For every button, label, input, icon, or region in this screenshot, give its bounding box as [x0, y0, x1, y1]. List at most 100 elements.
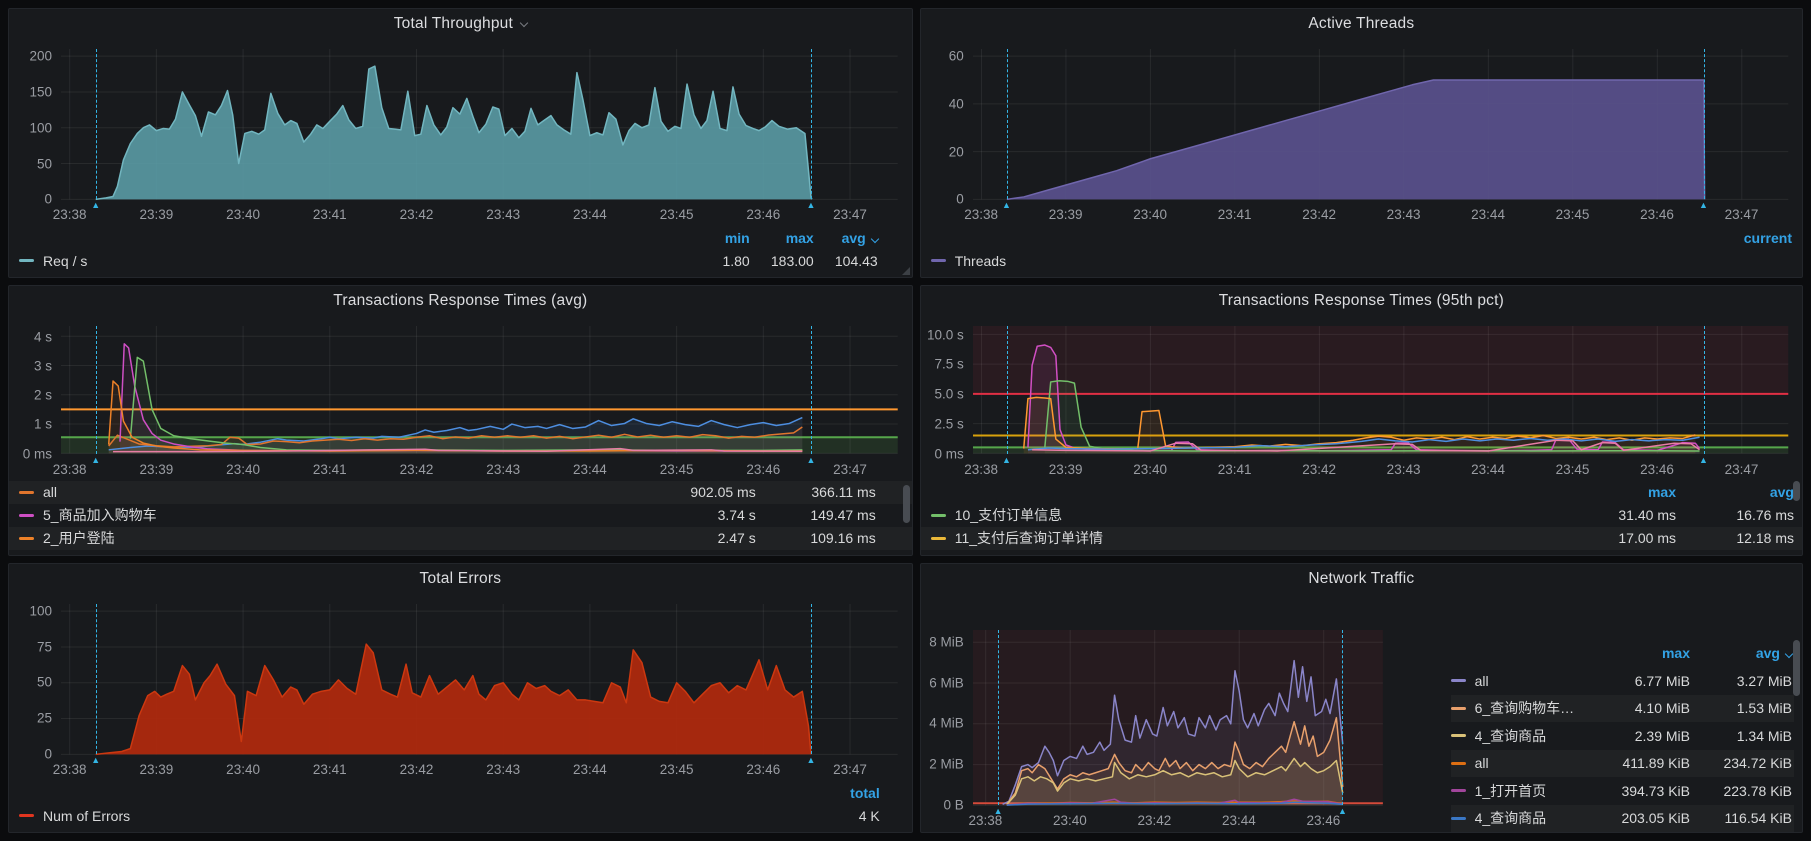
x-tick-label: 23:39 — [139, 762, 173, 777]
y-tick-label: 2 MiB — [929, 757, 964, 772]
legend-series-label[interactable]: 5_商品加入购物车 — [43, 505, 157, 525]
legend-scrollbar[interactable] — [903, 485, 910, 523]
panel-header[interactable]: Network Traffic — [921, 564, 1802, 594]
x-axis: 23:3823:3923:4023:4123:4223:4323:4423:45… — [61, 754, 898, 781]
legend-series-label[interactable]: 10_支付订单信息 — [955, 505, 1062, 525]
y-tick-label: 0 B — [943, 798, 963, 813]
panel-title[interactable]: Transactions Response Times (avg) — [333, 292, 587, 310]
x-axis: 23:3823:3923:4023:4123:4223:4323:4423:45… — [61, 454, 898, 481]
series-color-icon — [1451, 734, 1466, 737]
legend-series-label[interactable]: all — [1475, 673, 1489, 689]
legend-row: 5_商品加入购物车3.74 s149.47 ms — [9, 504, 912, 527]
x-tick-label: 23:47 — [1725, 207, 1759, 222]
legend-value: 149.47 ms — [756, 507, 876, 523]
legend-header-current[interactable]: current — [1722, 230, 1792, 246]
legend-row: 1_打开首页394.73 KiB223.78 KiB — [1451, 777, 1794, 804]
legend-series-label[interactable]: 4_查询商品 — [1475, 726, 1547, 746]
legend-series-label[interactable]: 6_查询购物车信息 — [1475, 698, 1588, 718]
x-tick-label: 23:39 — [1049, 207, 1083, 222]
x-tick-label: 23:40 — [1133, 462, 1167, 477]
legend-value-row: Threads — [921, 249, 1802, 272]
x-tick-label: 23:38 — [968, 813, 1002, 828]
legend-series[interactable]: Num of Errors — [19, 808, 130, 824]
panel-response-times-avg: Transactions Response Times (avg) 0 ms1 … — [8, 285, 913, 555]
legend-series-label[interactable]: Threads — [955, 253, 1006, 269]
x-axis: 23:3823:3923:4023:4123:4223:4323:4423:45… — [61, 199, 898, 226]
legend-series-label[interactable]: 2_用户登陆 — [43, 528, 115, 548]
x-axis: 23:3823:3923:4023:4123:4223:4323:4423:45… — [973, 199, 1788, 226]
legend-series-label[interactable]: 4_查询商品 — [1475, 808, 1547, 828]
x-tick-label: 23:44 — [1222, 813, 1256, 828]
panel-header[interactable]: Total Throughput — [9, 9, 912, 39]
legend-header-total[interactable]: total — [816, 785, 880, 801]
legend-series[interactable]: Req / s — [19, 253, 87, 269]
legend-series-label[interactable]: 1_打开首页 — [1475, 781, 1547, 801]
panel-header[interactable]: Total Errors — [9, 564, 912, 594]
panel-header[interactable]: Active Threads — [921, 9, 1802, 39]
x-tick-label: 23:47 — [833, 462, 867, 477]
legend-header-row: maxavg — [1451, 640, 1794, 667]
y-tick-label: 1 s — [34, 417, 52, 432]
x-tick-label: 23:39 — [1049, 462, 1083, 477]
x-tick-label: 23:45 — [660, 207, 694, 222]
panel-header[interactable]: Transactions Response Times (95th pct) — [921, 286, 1802, 316]
legend-header-avg[interactable]: avg — [1690, 645, 1792, 661]
dashboard: Total Throughput 050100150200 ▲▲ 23:3823… — [0, 0, 1811, 841]
legend-series-label[interactable]: Req / s — [43, 253, 87, 269]
x-tick-label: 23:39 — [139, 207, 173, 222]
panel-header[interactable]: Transactions Response Times (avg) — [9, 286, 912, 316]
y-tick-label: 0 — [44, 192, 52, 207]
panel-title[interactable]: Network Traffic — [1308, 570, 1414, 588]
legend-scrollbar[interactable] — [1793, 481, 1800, 501]
y-axis: 0 ms1 s2 s3 s4 s — [15, 326, 61, 453]
panel-title[interactable]: Total Errors — [420, 570, 502, 588]
graph-canvas[interactable]: ▲▲ — [973, 630, 1383, 805]
legend-series-label[interactable]: all — [43, 484, 57, 500]
legend-scrollbar[interactable] — [1793, 640, 1800, 696]
graph-canvas[interactable]: ▲▲ — [61, 49, 898, 199]
y-tick-label: 75 — [37, 639, 52, 654]
panel-resize-handle[interactable] — [902, 267, 910, 275]
x-tick-label: 23:41 — [1218, 207, 1252, 222]
series-color-icon — [19, 491, 34, 494]
x-tick-label: 23:41 — [313, 762, 347, 777]
graph-canvas[interactable]: ▲▲ — [973, 49, 1788, 199]
x-tick-label: 23:42 — [1302, 207, 1336, 222]
graph-canvas[interactable]: ▲▲ — [61, 604, 898, 754]
y-tick-label: 6 MiB — [929, 675, 964, 690]
annotation-line — [1007, 326, 1008, 453]
y-tick-label: 2.5 s — [934, 416, 963, 431]
x-tick-label: 23:42 — [400, 462, 434, 477]
legend-row: 11_支付后查询订单详情17.00 ms12.18 ms — [921, 527, 1802, 550]
legend-header-max[interactable]: max — [1558, 484, 1676, 500]
panel-title[interactable]: Active Threads — [1308, 15, 1414, 33]
x-tick-label: 23:43 — [486, 762, 520, 777]
y-tick-label: 150 — [29, 84, 52, 99]
y-tick-label: 7.5 s — [934, 357, 963, 372]
legend-value-avg: 104.43 — [814, 253, 878, 269]
y-tick-label: 0 — [956, 192, 964, 207]
y-tick-label: 20 — [949, 144, 964, 159]
x-tick-label: 23:40 — [226, 762, 260, 777]
legend-series-label[interactable]: Num of Errors — [43, 808, 130, 824]
legend-value-row: Req / s1.80183.00104.43 — [9, 249, 912, 272]
legend-header-avg[interactable]: avg — [814, 230, 878, 246]
panel-title[interactable]: Total Throughput — [394, 15, 513, 33]
graph-canvas[interactable]: ▲▲ — [973, 326, 1788, 453]
graph-canvas[interactable]: ▲▲ — [61, 326, 898, 453]
legend-series-label[interactable]: 11_支付后查询订单详情 — [955, 528, 1103, 548]
legend-header-max[interactable]: max — [750, 230, 814, 246]
legend: totalNum of Errors4 K — [9, 781, 912, 832]
x-tick-label: 23:44 — [1471, 207, 1505, 222]
legend: current Threads — [921, 226, 1802, 277]
legend: maxavgall6.77 MiB3.27 MiB6_查询购物车信息4.10 M… — [1397, 594, 1802, 832]
annotation-line — [96, 604, 97, 754]
legend-series-label[interactable]: all — [1475, 755, 1489, 771]
panel-title[interactable]: Transactions Response Times (95th pct) — [1219, 292, 1504, 310]
legend-header-avg[interactable]: avg — [1676, 484, 1794, 500]
legend-header-min[interactable]: min — [686, 230, 750, 246]
series-color-icon — [931, 259, 946, 262]
x-tick-label: 23:42 — [400, 762, 434, 777]
legend-header-max[interactable]: max — [1588, 645, 1690, 661]
legend-series[interactable]: Threads — [931, 253, 1006, 269]
